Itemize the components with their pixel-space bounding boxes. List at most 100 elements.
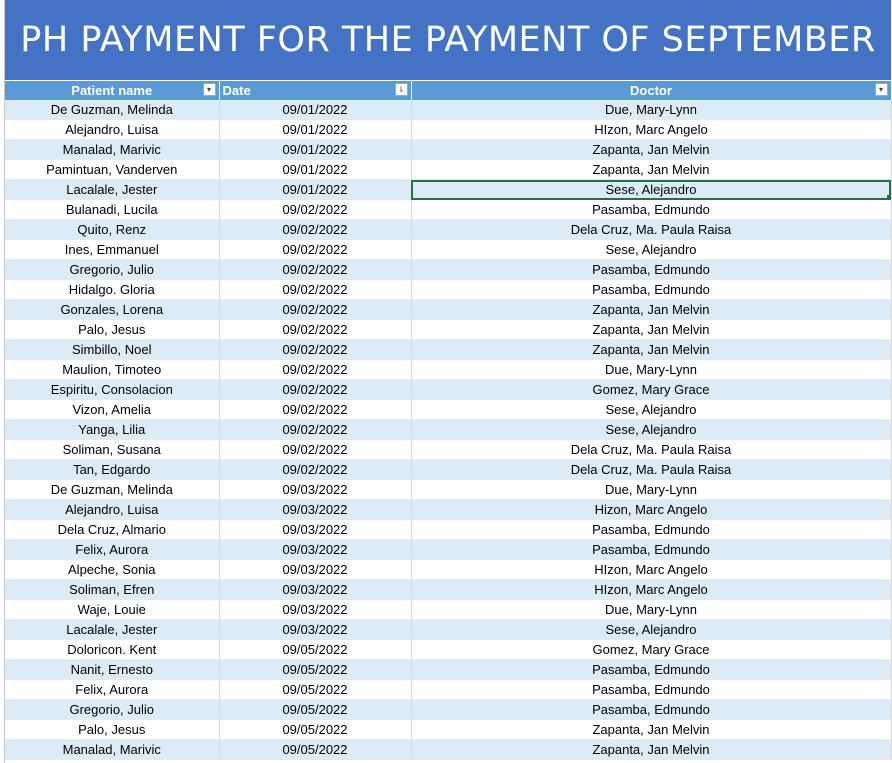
cell-patient[interactable]: Felix, Aurora <box>5 539 220 560</box>
cell-patient[interactable]: Soliman, Susana <box>5 439 220 460</box>
cell-date[interactable]: 09/05/2022 <box>219 699 412 720</box>
cell-doctor[interactable]: Pasamba, Edmundo <box>411 659 892 680</box>
filter-dropdown-icon[interactable]: ▾ <box>874 83 888 96</box>
cell-doctor[interactable]: Sese, Alejandro <box>411 179 892 200</box>
cell-patient[interactable]: Gregorio, Julio <box>5 699 220 720</box>
cell-doctor[interactable]: Dela Cruz, Ma. Paula Raisa <box>411 459 892 480</box>
cell-date[interactable]: 09/03/2022 <box>219 599 412 620</box>
cell-date[interactable]: 09/02/2022 <box>219 259 412 280</box>
cell-doctor[interactable]: Hizon, Marc Angelo <box>411 499 892 520</box>
cell-date[interactable]: 09/05/2022 <box>219 679 412 700</box>
cell-doctor[interactable]: Pasamba, Edmundo <box>411 699 892 720</box>
cell-date[interactable]: 09/03/2022 <box>219 479 412 500</box>
cell-doctor[interactable]: HIzon, Marc Angelo <box>411 119 892 140</box>
cell-date[interactable]: 09/03/2022 <box>219 499 412 520</box>
cell-doctor[interactable]: Pasamba, Edmundo <box>411 259 892 280</box>
cell-date[interactable]: 09/05/2022 <box>219 719 412 740</box>
cell-patient[interactable]: Maulion, Timoteo <box>5 359 220 380</box>
cell-patient[interactable]: Tan, Edgardo <box>5 459 220 480</box>
cell-date[interactable]: 09/01/2022 <box>219 100 412 120</box>
cell-date[interactable]: 09/02/2022 <box>219 399 412 420</box>
fill-handle[interactable] <box>886 195 890 199</box>
cell-date[interactable]: 09/02/2022 <box>219 199 412 220</box>
cell-patient[interactable]: Alpeche, Sonia <box>5 559 220 580</box>
cell-doctor[interactable]: Sese, Alejandro <box>411 399 892 420</box>
cell-doctor[interactable]: Zapanta, Jan Melvin <box>411 339 892 360</box>
cell-doctor[interactable]: Sese, Alejandro <box>411 619 892 640</box>
cell-doctor[interactable]: Due, Mary-Lynn <box>411 100 892 120</box>
cell-patient[interactable]: Nanit, Ernesto <box>5 659 220 680</box>
cell-date[interactable]: 09/02/2022 <box>219 439 412 460</box>
cell-date[interactable]: 09/02/2022 <box>219 279 412 300</box>
cell-patient[interactable]: Lacalale, Jester <box>5 619 220 640</box>
cell-date[interactable]: 09/01/2022 <box>219 159 412 180</box>
cell-patient[interactable]: Lacalale, Jester <box>5 179 220 200</box>
cell-date[interactable]: 09/05/2022 <box>219 659 412 680</box>
cell-doctor[interactable]: Pasamba, Edmundo <box>411 519 892 540</box>
cell-doctor[interactable]: HIzon, Marc Angelo <box>411 579 892 600</box>
cell-date[interactable]: 09/01/2022 <box>219 119 412 140</box>
cell-doctor[interactable]: HIzon, Marc Angelo <box>411 559 892 580</box>
cell-doctor[interactable]: Zapanta, Jan Melvin <box>411 719 892 740</box>
cell-date[interactable]: 09/02/2022 <box>219 299 412 320</box>
column-header-patient[interactable]: Patient name ▾ <box>5 81 220 100</box>
cell-patient[interactable]: Alejandro, Luisa <box>5 119 220 140</box>
cell-patient[interactable]: De Guzman, Melinda <box>5 100 220 120</box>
cell-patient[interactable]: Felix, Aurora <box>5 679 220 700</box>
cell-date[interactable]: 09/03/2022 <box>219 619 412 640</box>
cell-doctor[interactable]: Pasamba, Edmundo <box>411 539 892 560</box>
cell-date[interactable]: 09/02/2022 <box>219 459 412 480</box>
cell-doctor[interactable]: Zapanta, Jan Melvin <box>411 299 892 320</box>
cell-patient[interactable]: Vizon, Amelia <box>5 399 220 420</box>
cell-patient[interactable]: Hidalgo. Gloria <box>5 279 220 300</box>
cell-patient[interactable]: Simbillo, Noel <box>5 339 220 360</box>
sheet-title-banner[interactable]: PH PAYMENT FOR THE PAYMENT OF SEPTEMBER <box>5 0 891 80</box>
cell-doctor[interactable]: Sese, Alejandro <box>411 239 892 260</box>
cell-doctor[interactable]: Zapanta, Jan Melvin <box>411 139 892 160</box>
cell-patient[interactable]: Pamintuan, Vanderven <box>5 159 220 180</box>
filter-dropdown-icon[interactable]: ▾ <box>202 83 216 96</box>
sort-filter-icon[interactable]: ⇂ <box>394 83 408 96</box>
cell-patient[interactable]: Soliman, Efren <box>5 579 220 600</box>
cell-patient[interactable]: Espiritu, Consolacion <box>5 379 220 400</box>
cell-patient[interactable]: Yanga, Lilia <box>5 419 220 440</box>
cell-date[interactable]: 09/05/2022 <box>219 639 412 660</box>
cell-patient[interactable]: Palo, Jesus <box>5 719 220 740</box>
cell-patient[interactable]: Quito, Renz <box>5 219 220 240</box>
cell-date[interactable]: 09/01/2022 <box>219 139 412 160</box>
cell-date[interactable]: 09/03/2022 <box>219 519 412 540</box>
cell-doctor[interactable]: Gomez, Mary Grace <box>411 639 892 660</box>
cell-patient[interactable]: Gonzales, Lorena <box>5 299 220 320</box>
cell-doctor[interactable]: Sese, Alejandro <box>411 419 892 440</box>
cell-date[interactable]: 09/01/2022 <box>219 179 412 200</box>
cell-doctor[interactable]: Due, Mary-Lynn <box>411 479 892 500</box>
cell-patient[interactable]: Waje, Louie <box>5 599 220 620</box>
cell-doctor[interactable]: Pasamba, Edmundo <box>411 279 892 300</box>
cell-patient[interactable]: Manalad, Marivic <box>5 739 220 760</box>
cell-doctor[interactable]: Gomez, Mary Grace <box>411 379 892 400</box>
column-header-date[interactable]: Date ⇂ <box>219 81 412 100</box>
cell-date[interactable]: 09/02/2022 <box>219 339 412 360</box>
cell-patient[interactable]: Manalad, Marivic <box>5 139 220 160</box>
cell-patient[interactable]: Alejandro, Luisa <box>5 499 220 520</box>
cell-patient[interactable]: Doloricon. Kent <box>5 639 220 660</box>
cell-date[interactable]: 09/03/2022 <box>219 539 412 560</box>
cell-doctor[interactable]: Dela Cruz, Ma. Paula Raisa <box>411 439 892 460</box>
cell-date[interactable]: 09/03/2022 <box>219 559 412 580</box>
cell-doctor[interactable]: Due, Mary-Lynn <box>411 599 892 620</box>
cell-date[interactable]: 09/02/2022 <box>219 319 412 340</box>
cell-date[interactable]: 09/03/2022 <box>219 579 412 600</box>
cell-date[interactable]: 09/05/2022 <box>219 739 412 760</box>
cell-doctor[interactable]: Dela Cruz, Ma. Paula Raisa <box>411 219 892 240</box>
cell-doctor[interactable]: Due, Mary-Lynn <box>411 359 892 380</box>
cell-patient[interactable]: Bulanadi, Lucila <box>5 199 220 220</box>
cell-date[interactable]: 09/02/2022 <box>219 419 412 440</box>
cell-doctor[interactable]: Pasamba, Edmundo <box>411 199 892 220</box>
cell-patient[interactable]: De Guzman, Melinda <box>5 479 220 500</box>
cell-patient[interactable]: Dela Cruz, Almario <box>5 519 220 540</box>
cell-date[interactable]: 09/02/2022 <box>219 379 412 400</box>
cell-date[interactable]: 09/02/2022 <box>219 219 412 240</box>
cell-doctor[interactable]: Zapanta, Jan Melvin <box>411 159 892 180</box>
cell-date[interactable]: 09/02/2022 <box>219 239 412 260</box>
cell-date[interactable]: 09/02/2022 <box>219 359 412 380</box>
